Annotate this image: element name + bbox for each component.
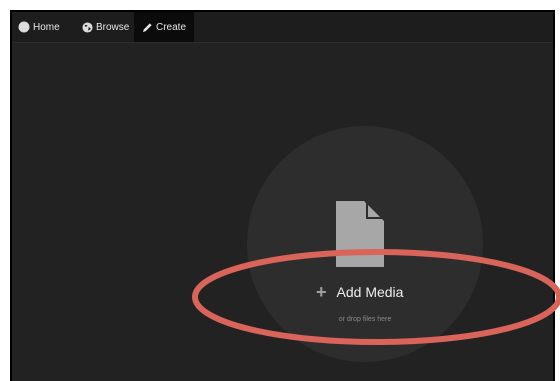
drop-hint-text: or drop files here	[338, 316, 392, 323]
create-content-area: + Add Media or drop files here	[12, 43, 553, 381]
add-media-button[interactable]: + Add Media	[316, 283, 403, 301]
nav-browse[interactable]: Browse	[82, 12, 129, 42]
app-window: Home Browse Create + Add Media or drop f…	[10, 10, 555, 381]
plus-icon: +	[316, 282, 327, 302]
pencil-icon	[142, 22, 153, 33]
nav-create[interactable]: Create	[134, 12, 194, 42]
nav-create-label: Create	[156, 21, 187, 33]
globe-icon	[82, 21, 93, 33]
file-icon[interactable]	[336, 201, 384, 272]
circle-icon	[18, 21, 30, 33]
add-media-label: Add Media	[336, 284, 404, 300]
nav-home-label: Home	[33, 21, 60, 33]
top-nav-bar: Home Browse Create	[12, 12, 553, 43]
nav-browse-label: Browse	[96, 21, 130, 33]
nav-home[interactable]: Home	[18, 12, 60, 42]
